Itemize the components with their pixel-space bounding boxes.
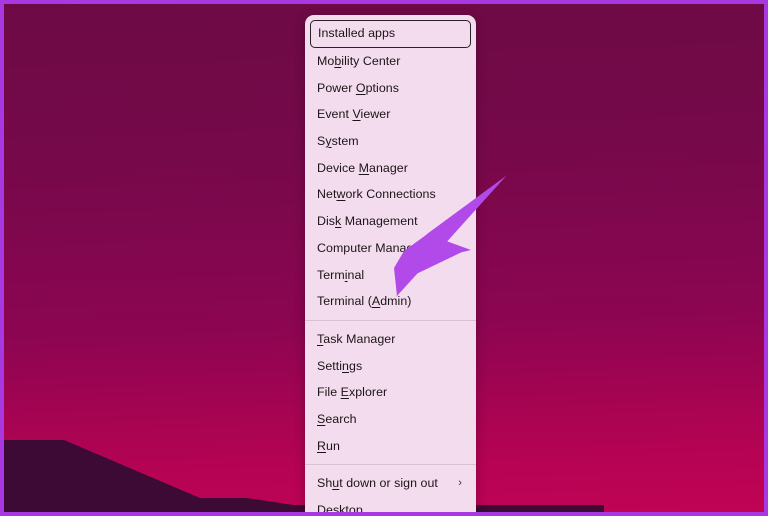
menu-item-network-connections[interactable]: Network Connections [305,181,476,208]
wallpaper-shape-bottom [4,498,604,512]
menu-item-label: Desktop [317,503,363,516]
menu-item-label: File Explorer [317,385,388,400]
menu-separator [305,464,476,466]
menu-item-desktop[interactable]: Desktop [305,497,476,516]
win-x-context-menu[interactable]: Installed apps Mobility Center Power Optio… [305,15,476,516]
menu-item-label: Run [317,438,340,453]
chevron-right-icon: › [458,477,462,490]
menu-item-label: Task Manager [317,331,396,346]
menu-item-file-explorer[interactable]: File Explorer [305,379,476,406]
menu-item-label: Installed apps [318,26,396,40]
menu-item-terminal-admin[interactable]: Terminal (Admin) [305,288,476,315]
menu-item-label: Computer Management [317,240,449,255]
menu-item-label: Network Connections [317,187,436,202]
menu-item-disk-management[interactable]: Disk Management [305,208,476,235]
menu-item-label: Event Viewer [317,107,391,122]
screenshot-root: Installed apps Mobility Center Power Optio… [0,0,768,516]
menu-item-label: Terminal (Admin) [317,294,412,309]
wallpaper-shape-left [4,440,247,506]
menu-item-label: Terminal [317,267,365,282]
menu-separator [305,319,476,321]
menu-item-label: Device Manager [317,160,408,175]
menu-item-label: System [317,134,359,149]
menu-item-label: Disk Management [317,214,418,229]
menu-item-label: Search [317,411,357,426]
menu-item-task-manager[interactable]: Task Manager [305,326,476,353]
menu-item-terminal[interactable]: Terminal [305,262,476,289]
menu-item-event-viewer[interactable]: Event Viewer [305,101,476,128]
menu-item-mobility-center[interactable]: Mobility Center [305,48,476,75]
menu-item-power-options[interactable]: Power Options [305,75,476,102]
menu-item-installed-apps[interactable]: Installed apps [310,20,471,48]
menu-item-shut-down-or-sign-out[interactable]: Shut down or sign out › [305,470,476,497]
menu-item-label: Power Options [317,80,399,95]
menu-item-system[interactable]: System [305,128,476,155]
menu-item-run[interactable]: Run [305,433,476,460]
menu-item-label: Shut down or sign out [317,476,438,491]
menu-item-computer-management[interactable]: Computer Management [305,235,476,262]
menu-item-search[interactable]: Search [305,406,476,433]
menu-item-label: Mobility Center [317,54,401,68]
menu-item-settings[interactable]: Settings [305,353,476,380]
menu-item-label: Settings [317,358,363,373]
menu-item-device-manager[interactable]: Device Manager [305,155,476,182]
